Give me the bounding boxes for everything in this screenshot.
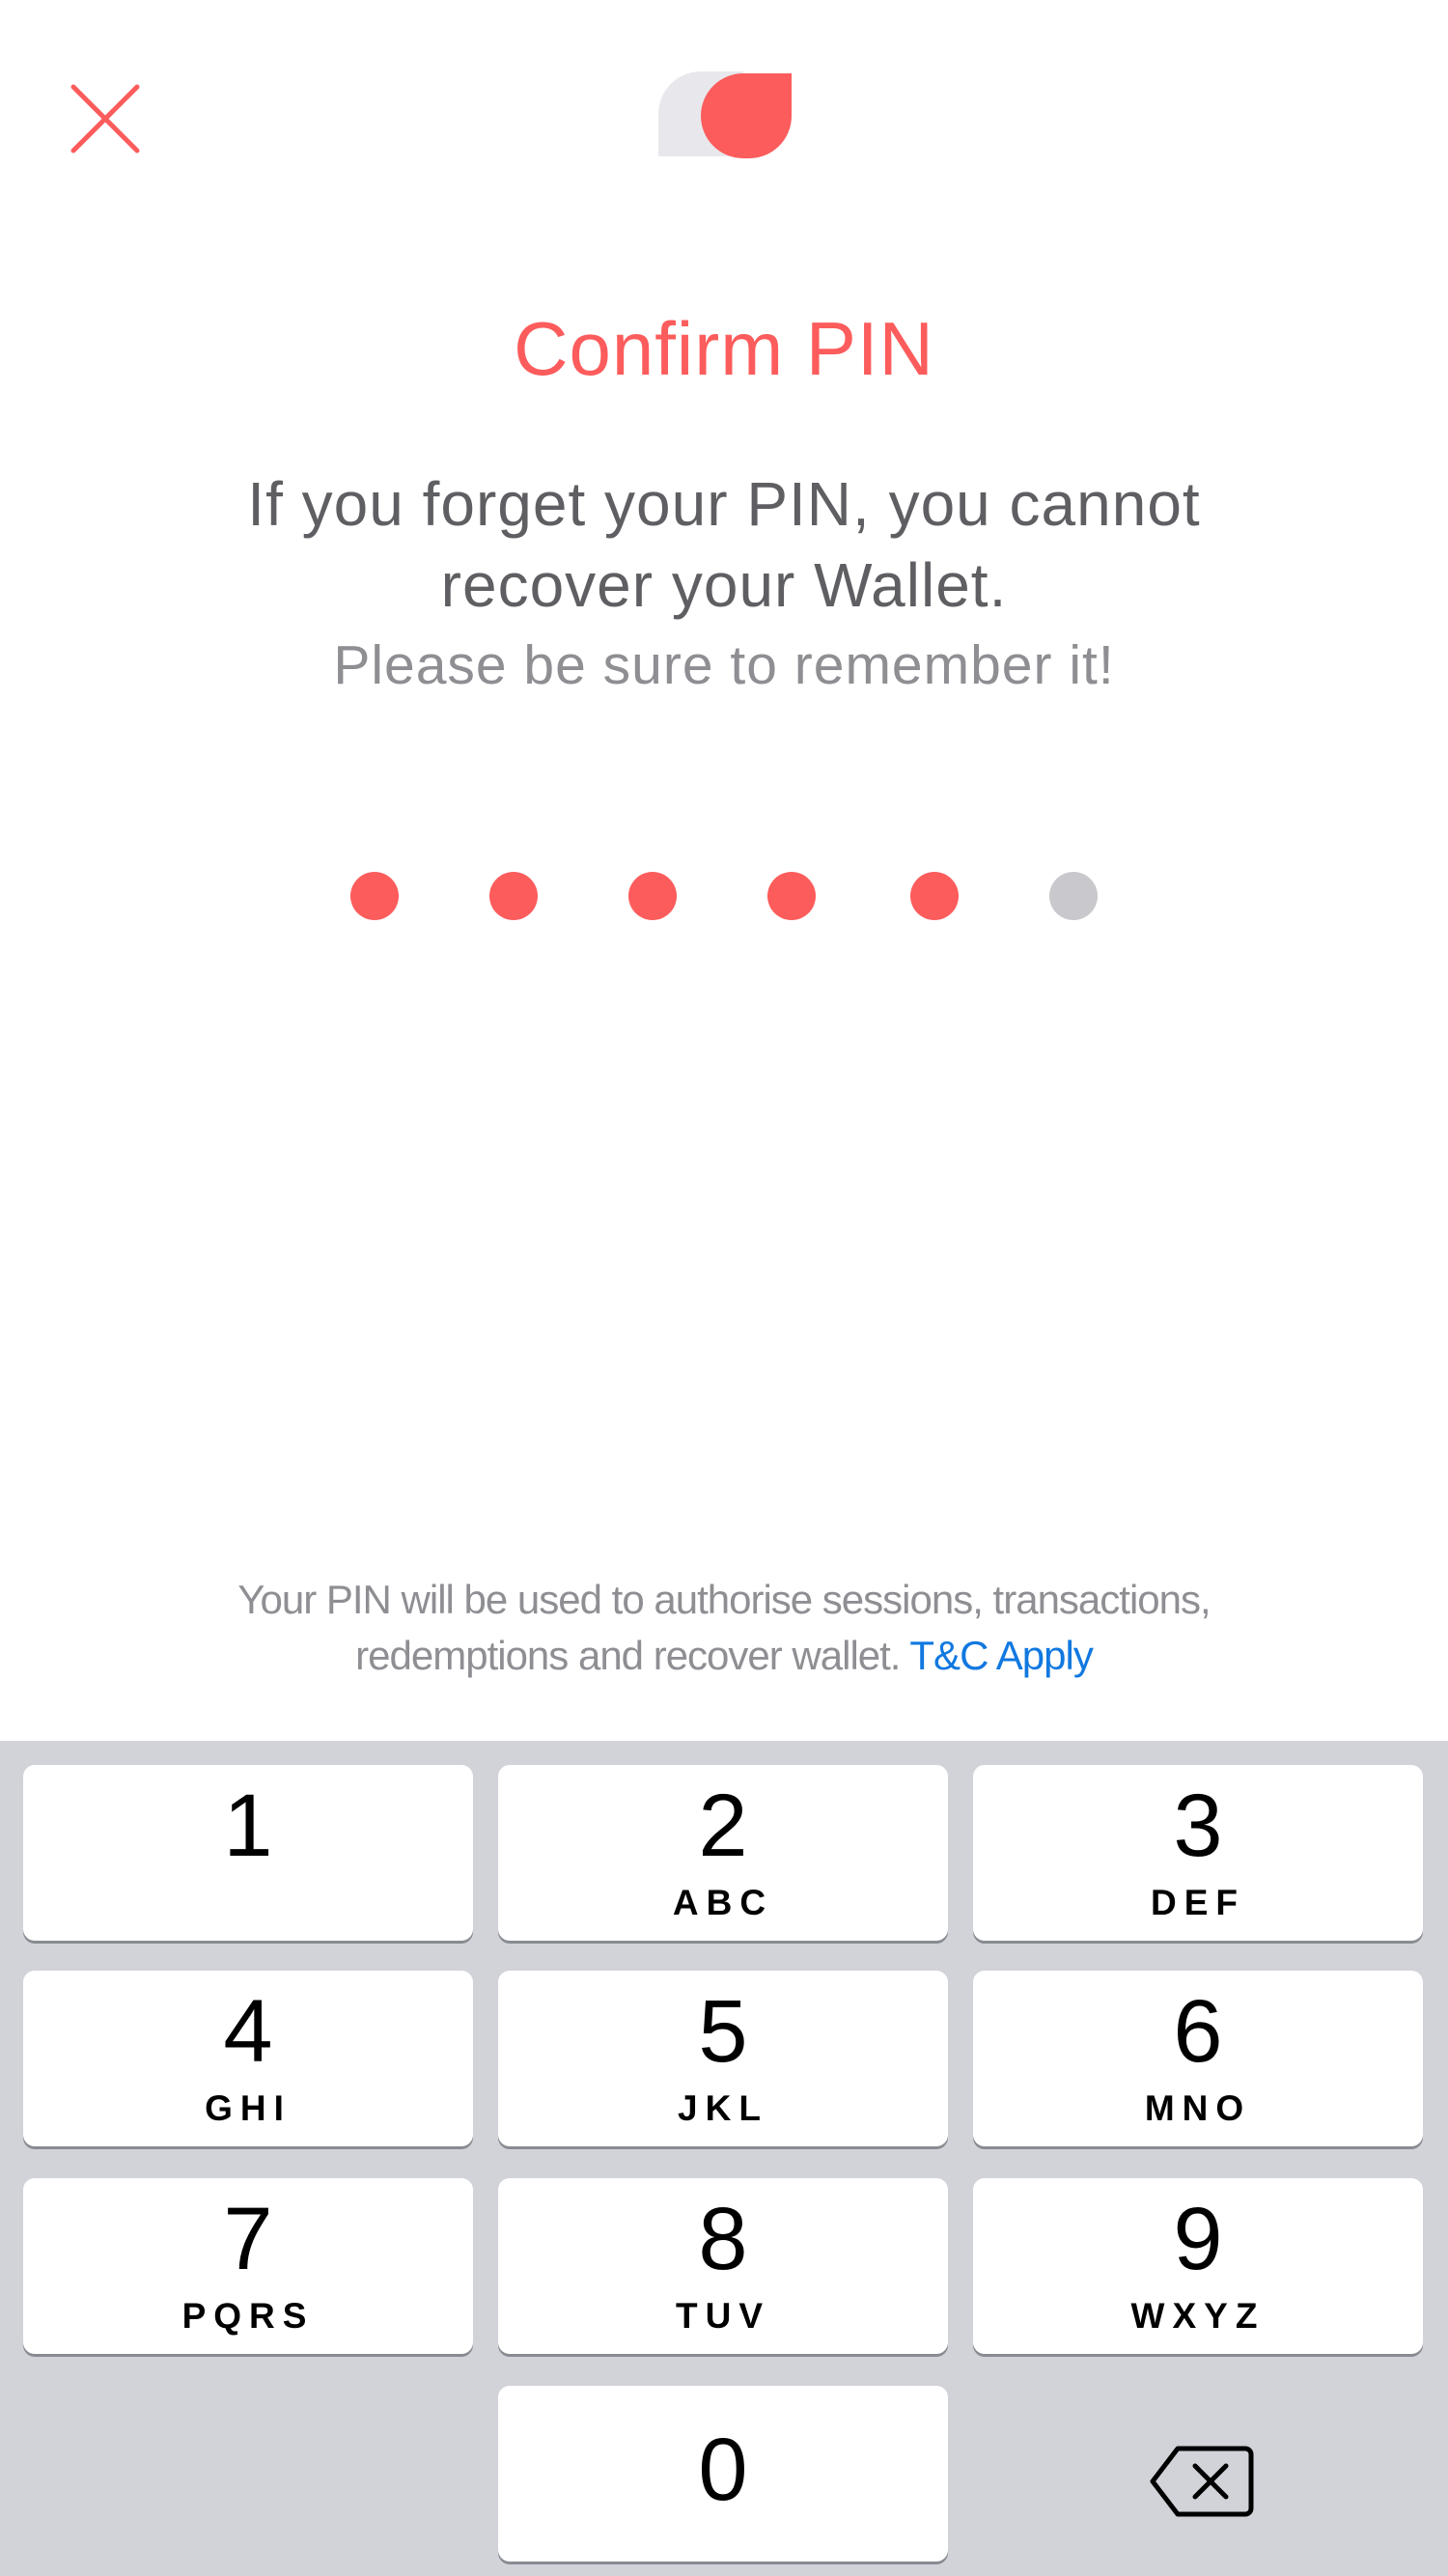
key-digit: 9	[1173, 2190, 1223, 2288]
key-4[interactable]: 4 GHI	[23, 1971, 473, 2146]
key-6[interactable]: 6 MNO	[973, 1971, 1423, 2146]
pin-dot-2	[489, 872, 538, 920]
key-letters: GHI	[205, 2088, 292, 2128]
key-digit: 7	[223, 2190, 273, 2288]
key-letters: PQRS	[181, 2296, 315, 2336]
key-letters: JKL	[678, 2088, 768, 2128]
key-3[interactable]: 3 DEF	[973, 1765, 1423, 1941]
confirm-pin-screen: Confirm PIN If you forget your PIN, you …	[0, 0, 1448, 2576]
page-title: Confirm PIN	[514, 306, 934, 391]
close-icon	[70, 84, 140, 154]
pin-dot-4	[767, 872, 816, 920]
key-digit: 5	[698, 1982, 748, 2081]
key-letters: DEF	[1151, 1883, 1245, 1922]
key-2[interactable]: 2 ABC	[498, 1765, 948, 1941]
key-0[interactable]: 0	[498, 2386, 948, 2562]
warning-text: If you forget your PIN, you cannot recov…	[247, 469, 1201, 620]
key-letters: ABC	[672, 1883, 774, 1922]
pin-dot-1	[350, 872, 399, 920]
key-letters: TUV	[676, 2296, 770, 2336]
key-digit: 1	[223, 1777, 273, 1875]
terms-link[interactable]: T&C Apply	[909, 1633, 1093, 1678]
key-letters: WXYZ	[1130, 2296, 1266, 2336]
backspace-button[interactable]	[1149, 2443, 1255, 2520]
key-digit: 0	[698, 2421, 748, 2519]
key-7[interactable]: 7 PQRS	[23, 2178, 473, 2354]
pin-dot-3	[628, 872, 677, 920]
key-digit: 6	[1173, 1982, 1223, 2081]
key-letters: MNO	[1144, 2088, 1252, 2128]
pin-usage-info: Your PIN will be used to authorise sessi…	[145, 1572, 1303, 1684]
close-button[interactable]	[68, 81, 143, 156]
key-9[interactable]: 9 WXYZ	[973, 2178, 1423, 2354]
key-digit: 3	[1173, 1777, 1223, 1875]
key-digit: 8	[698, 2190, 748, 2288]
key-8[interactable]: 8 TUV	[498, 2178, 948, 2354]
app-logo	[656, 70, 795, 162]
key-1[interactable]: 1	[23, 1765, 473, 1941]
key-digit: 2	[698, 1777, 748, 1875]
key-digit: 4	[223, 1982, 273, 2081]
reminder-text: Please be sure to remember it!	[333, 634, 1115, 696]
app-logo-icon	[658, 71, 792, 158]
pin-indicator	[0, 872, 1448, 920]
pin-dot-5	[910, 872, 959, 920]
key-5[interactable]: 5 JKL	[498, 1971, 948, 2146]
pin-dot-6	[1049, 872, 1098, 920]
backspace-icon	[1150, 2446, 1254, 2517]
